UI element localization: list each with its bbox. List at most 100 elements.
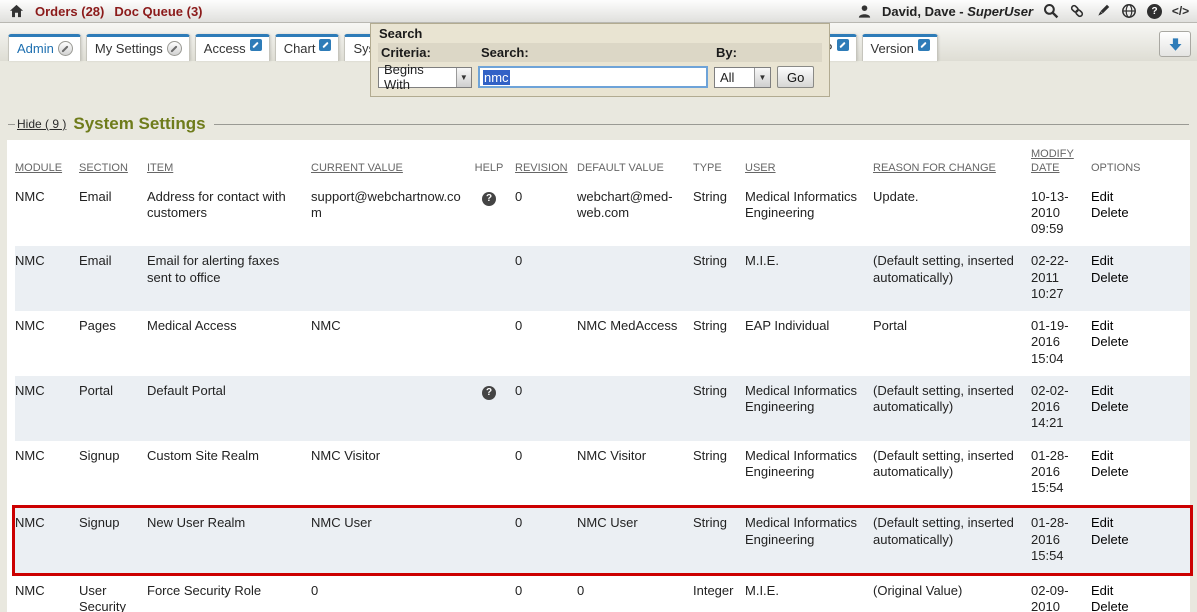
cell-modify-date: 02-09-2010 21:01 <box>1031 583 1091 612</box>
code-icon[interactable] <box>1172 3 1189 20</box>
column-header-module[interactable]: Module <box>15 162 79 176</box>
delete-link[interactable]: Delete <box>1091 599 1153 612</box>
cell-type: String <box>693 448 745 497</box>
cell-user: Medical Informatics Engineering <box>745 189 873 238</box>
cell-help <box>471 253 515 302</box>
cell-type: String <box>693 515 745 564</box>
cell-current-value <box>311 383 471 432</box>
cell-current-value: support@webchartnow.com <box>311 189 471 238</box>
criteria-label: Criteria: <box>381 45 481 60</box>
edit-link[interactable]: Edit <box>1091 318 1153 334</box>
cell-reason: (Original Value) <box>873 583 1031 612</box>
orders-link[interactable]: Orders (28) <box>35 4 104 19</box>
cell-help <box>471 189 515 238</box>
column-header-user[interactable]: User <box>745 162 873 176</box>
page-title: System Settings <box>73 114 205 134</box>
cell-options: Edit Delete <box>1091 253 1161 302</box>
cell-user: Medical Informatics Engineering <box>745 448 873 497</box>
cell-modify-date: 01-19-2016 15:04 <box>1031 318 1091 367</box>
doc-queue-link[interactable]: Doc Queue (3) <box>114 4 202 19</box>
delete-link[interactable]: Delete <box>1091 464 1153 480</box>
go-button[interactable]: Go <box>777 66 814 88</box>
cell-user: Medical Informatics Engineering <box>745 383 873 432</box>
cell-type: String <box>693 253 745 302</box>
cell-help <box>471 515 515 564</box>
criteria-select[interactable]: Begins With <box>378 67 472 88</box>
cell-help <box>471 583 515 612</box>
column-header-section[interactable]: Section <box>79 162 147 176</box>
tab-access[interactable]: Access <box>195 34 270 61</box>
divider <box>8 124 15 125</box>
cell-revision: 0 <box>515 515 577 564</box>
cell-current-value: NMC Visitor <box>311 448 471 497</box>
app-window: Orders (28) Doc Queue (3) David, Dave - … <box>0 0 1197 612</box>
hide-toggle-link[interactable]: Hide ( 9 ) <box>17 117 66 131</box>
delete-link[interactable]: Delete <box>1091 205 1153 221</box>
cell-module: NMC <box>15 383 79 432</box>
help-icon[interactable] <box>482 192 496 206</box>
column-header-item[interactable]: Item <box>147 162 311 176</box>
cell-section: Pages <box>79 318 147 367</box>
home-icon[interactable] <box>8 3 25 20</box>
user-icon <box>856 3 873 20</box>
download-button[interactable] <box>1159 31 1191 57</box>
edit-pencil-icon[interactable] <box>319 39 331 51</box>
edit-link[interactable]: Edit <box>1091 189 1153 205</box>
cell-modify-date: 10-13-2010 09:59 <box>1031 189 1091 238</box>
cell-current-value <box>311 253 471 302</box>
cell-item: New User Realm <box>147 515 311 564</box>
delete-link[interactable]: Delete <box>1091 334 1153 350</box>
table-row: NMC Signup Custom Site Realm NMC Visitor… <box>15 441 1190 506</box>
edit-pencil-icon[interactable] <box>167 41 182 56</box>
cell-module: NMC <box>15 515 79 564</box>
cell-reason: (Default setting, inserted automatically… <box>873 383 1031 432</box>
edit-link[interactable]: Edit <box>1091 253 1153 269</box>
cell-section: Email <box>79 189 147 238</box>
edit-pencil-icon[interactable] <box>837 39 849 51</box>
table-row: NMC Signup New User Realm NMC User 0 NMC… <box>12 505 1193 576</box>
edit-pencil-icon[interactable] <box>58 41 73 56</box>
table-row: NMC Portal Default Portal 0 String Medic… <box>15 376 1190 441</box>
edit-link[interactable]: Edit <box>1091 515 1153 531</box>
user-role: SuperUser <box>967 4 1033 19</box>
search-input[interactable]: nmc <box>478 66 708 88</box>
tab-chart[interactable]: Chart <box>275 34 340 61</box>
table-row: NMC User Security Force Security Role 0 … <box>15 576 1190 612</box>
cell-item: Address for contact with customers <box>147 189 311 238</box>
by-label: By: <box>716 45 786 60</box>
tab-admin[interactable]: Admin <box>8 34 81 61</box>
tab-version[interactable]: Version <box>862 34 938 61</box>
tab-my-settings[interactable]: My Settings <box>86 34 190 61</box>
delete-link[interactable]: Delete <box>1091 532 1153 548</box>
column-header-revision[interactable]: Revision <box>515 162 577 176</box>
edit-link[interactable]: Edit <box>1091 448 1153 464</box>
cell-item: Email for alerting faxes sent to office <box>147 253 311 302</box>
top-bar-left: Orders (28) Doc Queue (3) <box>8 3 203 20</box>
help-icon[interactable] <box>1146 3 1163 20</box>
edit-pencil-icon[interactable] <box>918 39 930 51</box>
cell-modify-date: 01-28-2016 15:54 <box>1031 448 1091 497</box>
cell-reason: (Default setting, inserted automatically… <box>873 515 1031 564</box>
delete-link[interactable]: Delete <box>1091 399 1153 415</box>
help-icon[interactable] <box>482 386 496 400</box>
column-header-modify-date[interactable]: Modify Date <box>1031 148 1091 176</box>
column-header-reason[interactable]: Reason for Change <box>873 162 1031 176</box>
delete-link[interactable]: Delete <box>1091 270 1153 286</box>
chevron-down-icon <box>754 68 770 87</box>
cell-options: Edit Delete <box>1091 583 1161 612</box>
search-icon[interactable] <box>1042 3 1059 20</box>
cell-section: Email <box>79 253 147 302</box>
link-icon[interactable] <box>1068 3 1085 20</box>
edit-link[interactable]: Edit <box>1091 583 1153 599</box>
globe-icon[interactable] <box>1120 3 1137 20</box>
cell-user: Medical Informatics Engineering <box>745 515 873 564</box>
by-select[interactable]: All <box>714 67 771 88</box>
column-header-current-value[interactable]: Current Value <box>311 162 471 176</box>
marker-icon[interactable] <box>1094 3 1111 20</box>
cell-module: NMC <box>15 583 79 612</box>
cell-reason: (Default setting, inserted automatically… <box>873 253 1031 302</box>
edit-pencil-icon[interactable] <box>250 39 262 51</box>
edit-link[interactable]: Edit <box>1091 383 1153 399</box>
cell-module: NMC <box>15 189 79 238</box>
cell-item: Default Portal <box>147 383 311 432</box>
